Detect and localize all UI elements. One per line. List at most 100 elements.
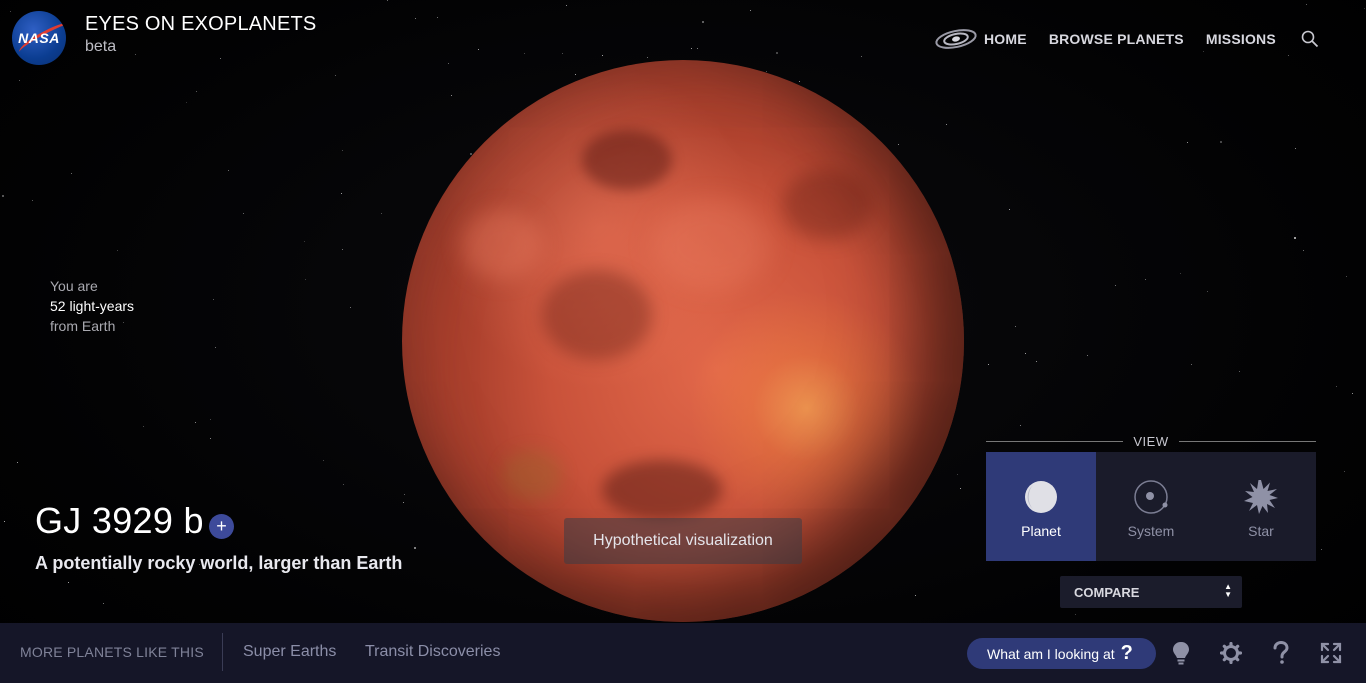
star-dot [304,241,305,242]
star-dot [946,124,947,125]
star-dot [861,56,862,57]
compare-select[interactable]: COMPARE ▲ ▼ [1060,576,1242,608]
star-dot [387,0,388,1]
star-dot [1207,291,1208,292]
distance-suffix: from Earth [50,318,116,334]
category-transit-discoveries[interactable]: Transit Discoveries [365,643,500,661]
star-dot [404,494,405,495]
view-header: VIEW [986,432,1317,450]
divider [1178,440,1317,442]
star-dot [691,48,692,49]
star-dot [451,95,452,96]
star-dot [776,52,778,54]
help-icon[interactable] [1268,640,1294,666]
nav-browse-planets[interactable]: BROWSE PLANETS [1049,31,1184,47]
star-dot [117,250,118,251]
distance-value: 52 light-years [50,298,135,314]
star-dot [478,49,479,50]
star-dot [403,502,404,503]
star-dot [196,91,197,92]
star-dot [1180,273,1181,274]
star-dot [350,307,351,308]
star-dot [1145,279,1146,280]
star-dot [32,200,33,201]
star-dot [210,419,211,420]
star-dot [750,10,751,11]
star-dot [957,474,958,475]
add-planet-button[interactable]: + [209,514,234,539]
star-dot [195,422,196,423]
star-dot [103,603,104,604]
star-dot [697,48,698,49]
star-dot [1009,209,1010,210]
nav-missions[interactable]: MISSIONS [1206,31,1276,47]
star-dot [1344,471,1345,472]
view-star-button[interactable]: Star [1206,452,1316,561]
star-dot [243,213,244,214]
what-am-i-looking-at-button[interactable]: What am I looking at ? [967,638,1156,669]
star-dot [71,173,72,174]
star-dot [915,595,916,596]
star-dot [342,150,343,151]
star-dot [562,53,563,54]
bottom-bar: MORE PLANETS LIKE THIS Super Earths Tran… [0,623,1366,683]
star-dot [1020,425,1021,426]
star-dot [702,21,704,23]
compare-label: COMPARE [1074,584,1140,600]
category-super-earths[interactable]: Super Earths [243,643,336,661]
site-title[interactable]: EYES ON EXOPLANETS [85,13,316,36]
more-planets-label: MORE PLANETS LIKE THIS [20,644,204,660]
star-dot [10,11,11,12]
star-dot [1306,4,1307,5]
distance-prefix: You are [50,278,98,294]
view-selector: Planet System Star [986,452,1316,561]
star-dot [210,438,211,439]
view-planet-button[interactable]: Planet [986,452,1096,561]
star-dot [1015,326,1016,327]
star-dot [1364,8,1365,9]
system-icon [1134,480,1168,514]
logo-text: NASA [18,30,60,46]
star-dot [575,74,576,75]
view-star-label: Star [1248,523,1274,539]
star-dot [566,5,567,6]
planet-name: GJ 3929 b [35,500,204,541]
view-system-label: System [1127,523,1175,539]
star-dot [1294,237,1296,239]
space-scene[interactable]: NASA EYES ON EXOPLANETS beta HOME BROWSE… [0,0,1366,683]
star-dot [19,80,20,81]
star-dot [524,53,525,54]
star-dot [343,484,344,485]
view-system-button[interactable]: System [1096,452,1206,561]
star-dot [68,582,69,583]
star-dot [381,213,382,214]
planet-icon [1025,481,1057,513]
hypothetical-visualization-badge: Hypothetical visualization [564,518,802,564]
star-dot [305,279,306,280]
star-dot [1295,148,1296,149]
nasa-logo[interactable]: NASA [12,11,66,65]
star-dot [415,18,416,19]
star-dot [960,488,961,489]
view-label: VIEW [1133,433,1169,449]
star-dot [186,102,187,103]
settings-icon[interactable] [1218,640,1244,666]
star-dot [799,81,800,82]
lightbulb-icon[interactable] [1168,640,1194,666]
star-dot [1115,285,1116,286]
star-dot [414,547,416,549]
galaxy-icon[interactable] [934,24,978,54]
star-dot [17,462,18,463]
site-subtitle: beta [85,38,117,55]
star-dot [1220,141,1222,143]
nav-home[interactable]: HOME [984,31,1027,47]
star-dot [1187,142,1188,143]
star-dot [1346,276,1347,277]
search-icon[interactable] [1300,29,1320,49]
star-dot [228,170,229,171]
star-dot [437,17,438,18]
star-dot [342,249,343,250]
fullscreen-icon[interactable] [1318,640,1344,666]
star-dot [1352,393,1353,394]
star-dot [1025,353,1026,354]
